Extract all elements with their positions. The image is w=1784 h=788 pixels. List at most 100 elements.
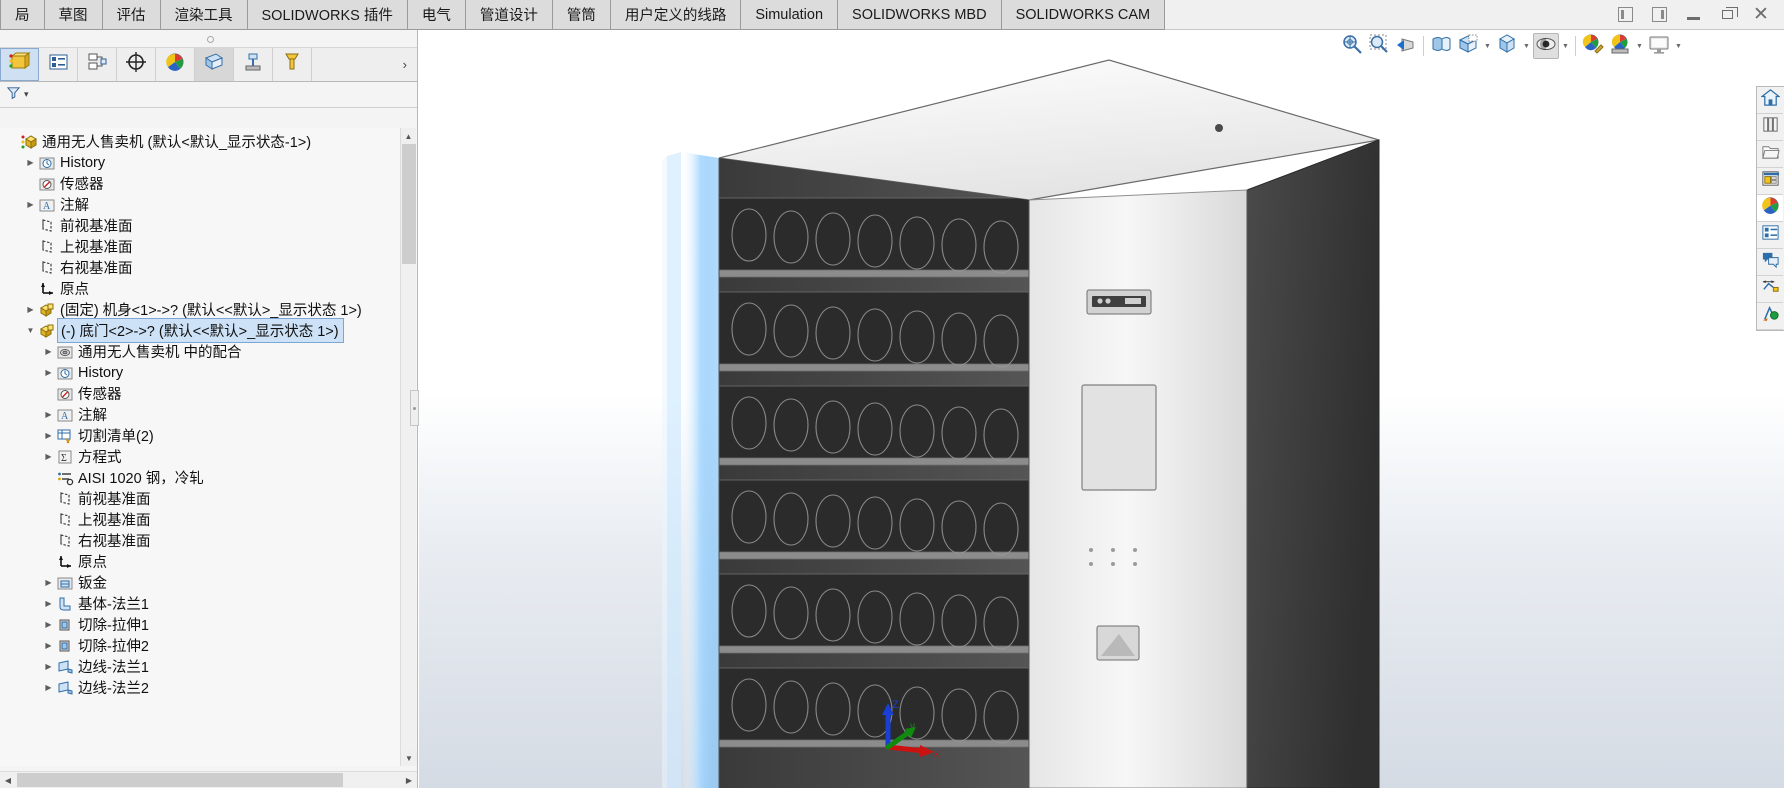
twisty-collapsed-icon[interactable]: ▶: [42, 410, 55, 419]
task-pane-custom-properties[interactable]: [1757, 222, 1783, 249]
tree-vertical-scrollbar[interactable]: ▲ ▼: [400, 128, 417, 766]
feature-manager-design-tree-tab[interactable]: [0, 48, 39, 81]
task-pane-appearances-scenes[interactable]: [1757, 195, 1783, 222]
twisty-collapsed-icon[interactable]: ▶: [24, 305, 37, 314]
tree-item-component-bottom-door[interactable]: ▼ (-) 底门<2>->? (默认<<默认>_显示状态 1>): [0, 318, 400, 343]
edgeflange-icon: [55, 659, 76, 675]
tab-simulation[interactable]: Simulation: [741, 0, 839, 30]
twisty-collapsed-icon[interactable]: ▶: [24, 158, 37, 167]
simulation-manager-tab[interactable]: [234, 48, 273, 81]
twisty-collapsed-icon[interactable]: ▶: [42, 662, 55, 671]
scroll-up-arrow-icon[interactable]: ▲: [401, 128, 416, 144]
tree-item-extrude-cut-1[interactable]: ▶ 切除-拉伸1: [0, 614, 400, 635]
configuration-manager-tab[interactable]: [78, 48, 117, 81]
scroll-left-arrow-icon[interactable]: ◀: [0, 772, 16, 788]
twisty-collapsed-icon[interactable]: ▶: [42, 452, 55, 461]
graphics-viewport[interactable]: ▼ ▼ ▼ ▼ ▼ Z y x: [410, 30, 1784, 788]
cam-manager-tab[interactable]: [273, 48, 312, 81]
twisty-collapsed-icon[interactable]: ▶: [42, 578, 55, 587]
feature-manager-tree[interactable]: 通用无人售卖机 (默认<默认_显示状态-1>) ▶ History 传感器 ▶ A 注解 前视…: [0, 128, 400, 766]
tree-item-label: 通用无人售卖机 (默认<默认_显示状态-1>): [42, 135, 312, 151]
task-pane-file-explorer[interactable]: [1757, 141, 1783, 168]
tree-item-component-body[interactable]: ▶ (固定) 机身<1>->? (默认<<默认>_显示状态 1>): [0, 299, 400, 320]
tree-item-front-plane[interactable]: 前视基准面: [0, 215, 400, 236]
twisty-collapsed-icon[interactable]: ▶: [42, 368, 55, 377]
dimxpert-manager-tab[interactable]: [117, 48, 156, 81]
tree-item-sensors[interactable]: 传感器: [0, 173, 400, 194]
display-manager-tab[interactable]: [156, 48, 195, 81]
tree-item-child-right-plane[interactable]: 右视基准面: [0, 530, 400, 551]
sensor-icon: [55, 386, 76, 402]
task-pane-resources[interactable]: [1757, 87, 1783, 114]
panel-splitter-handle[interactable]: [0, 30, 417, 48]
appearance-copy-tab[interactable]: [195, 48, 234, 81]
tree-item-edge-flange-1[interactable]: ▶ 边线-法兰1: [0, 656, 400, 677]
tree-item-history[interactable]: ▶ History: [0, 152, 400, 173]
tree-item-right-plane[interactable]: 右视基准面: [0, 257, 400, 278]
tree-horizontal-scrollbar[interactable]: ◀ ▶: [0, 771, 417, 788]
twisty-collapsed-icon[interactable]: ▶: [42, 683, 55, 692]
tree-item-child-top-plane[interactable]: 上视基准面: [0, 509, 400, 530]
twisty-collapsed-icon[interactable]: ▶: [42, 641, 55, 650]
filter-caret-icon[interactable]: ▾: [24, 89, 29, 100]
tree-item-edge-flange-2[interactable]: ▶ 边线-法兰2: [0, 677, 400, 698]
task-pane-dimxpert[interactable]: [1757, 276, 1783, 303]
tree-item-extrude-cut-2[interactable]: ▶ 切除-拉伸2: [0, 635, 400, 656]
vertical-scrollbar-thumb[interactable]: [402, 144, 416, 264]
twisty-collapsed-icon[interactable]: ▶: [42, 620, 55, 629]
model-3d-vending-machine[interactable]: [419, 30, 1784, 788]
task-pane-design-library[interactable]: [1757, 114, 1783, 141]
svg-text:A: A: [61, 411, 69, 422]
twisty-expanded-icon[interactable]: ▼: [24, 326, 37, 335]
task-pane-mbd[interactable]: [1757, 303, 1783, 330]
tree-item-child-origin[interactable]: 原点: [0, 551, 400, 572]
tree-item-base-flange-1[interactable]: ▶ 基体-法兰1: [0, 593, 400, 614]
twisty-collapsed-icon[interactable]: ▶: [24, 200, 37, 209]
tab-render-tools[interactable]: 渲染工具: [160, 0, 248, 30]
tab-solidworks-cam[interactable]: SOLIDWORKS CAM: [1001, 0, 1166, 30]
tree-item-sheet-metal[interactable]: ▶ 钣金: [0, 572, 400, 593]
tree-item-cut-list[interactable]: ▶ 切割清单(2): [0, 425, 400, 446]
tree-item-material[interactable]: AISI 1020 钢，冷轧: [0, 467, 400, 488]
dimxpert-icon: [125, 52, 147, 77]
tree-item-equations[interactable]: ▶ Σ 方程式: [0, 446, 400, 467]
twisty-collapsed-icon[interactable]: ▶: [42, 347, 55, 356]
task-pane-view-palette[interactable]: [1757, 168, 1783, 195]
manager-overflow-arrow[interactable]: ›: [312, 48, 417, 81]
filter-icon[interactable]: [6, 85, 21, 105]
tree-item-annotations[interactable]: ▶ A 注解: [0, 194, 400, 215]
ribbon-tab-filler: [1165, 0, 1608, 30]
horizontal-scrollbar-thumb[interactable]: [17, 773, 343, 787]
tab-solidworks-mbd[interactable]: SOLIDWORKS MBD: [838, 0, 1002, 30]
tab-tubing[interactable]: 管筒: [552, 0, 611, 30]
tab-sketch[interactable]: 草图: [44, 0, 103, 30]
sensor-icon: [37, 176, 58, 192]
tree-item-child-annotations[interactable]: ▶ A 注解: [0, 404, 400, 425]
tab-routing-piping[interactable]: 管道设计: [465, 0, 553, 30]
tree-item-top-plane[interactable]: 上视基准面: [0, 236, 400, 257]
maximize-icon[interactable]: [1710, 1, 1744, 29]
home-icon: [1759, 88, 1781, 112]
tree-item-child-sensors[interactable]: 传感器: [0, 383, 400, 404]
tree-item-child-front-plane[interactable]: 前视基准面: [0, 488, 400, 509]
scroll-right-arrow-icon[interactable]: ▶: [401, 772, 417, 788]
tab-layout-partial[interactable]: 局: [0, 0, 45, 30]
task-pane-forum[interactable]: [1757, 249, 1783, 276]
tab-evaluate[interactable]: 评估: [102, 0, 161, 30]
tab-electrical[interactable]: 电气: [407, 0, 466, 30]
restore-left-icon[interactable]: [1608, 1, 1642, 29]
tree-item-origin[interactable]: 原点: [0, 278, 400, 299]
property-manager-tab[interactable]: [39, 48, 78, 81]
close-icon[interactable]: ✕: [1744, 1, 1778, 29]
restore-right-icon[interactable]: [1642, 1, 1676, 29]
tab-solidworks-addins[interactable]: SOLIDWORKS 插件: [247, 0, 408, 30]
twisty-collapsed-icon[interactable]: ▶: [42, 599, 55, 608]
tab-user-defined-route[interactable]: 用户定义的线路: [610, 0, 742, 30]
tree-item-child-history[interactable]: ▶ History: [0, 362, 400, 383]
tree-item-mates-in-assembly[interactable]: ▶ 通用无人售卖机 中的配合: [0, 341, 400, 362]
twisty-collapsed-icon[interactable]: ▶: [42, 431, 55, 440]
minimize-icon[interactable]: [1676, 1, 1710, 29]
scroll-down-arrow-icon[interactable]: ▼: [401, 750, 417, 766]
tree-item-assembly-root[interactable]: 通用无人售卖机 (默认<默认_显示状态-1>): [0, 131, 400, 152]
viewport-split-handle[interactable]: [410, 390, 419, 426]
